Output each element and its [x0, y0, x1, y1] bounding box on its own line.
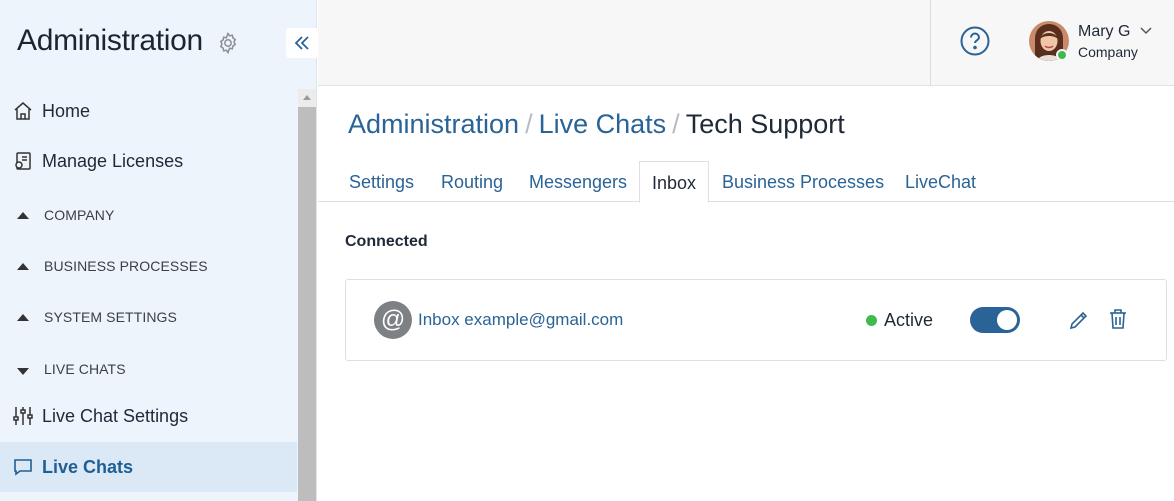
- status-label: Active: [884, 310, 934, 330]
- breadcrumb: Administration / Live Chats / Tech Support: [348, 109, 845, 140]
- online-status-dot: [1056, 49, 1068, 61]
- breadcrumb-link-administration[interactable]: Administration: [348, 109, 519, 139]
- chevron-up-icon: [17, 314, 29, 321]
- connected-heading: Connected: [345, 233, 428, 250]
- page-title: Tech Support: [685, 109, 845, 139]
- double-chevron-left-icon: [294, 36, 309, 50]
- tab-business-processes[interactable]: Business Processes: [722, 161, 884, 202]
- section-label: BUSINESS PROCESSES: [44, 258, 208, 274]
- main-content: Administration / Live Chats / Tech Support S…: [318, 87, 1174, 501]
- toggle-knob: [997, 310, 1017, 330]
- tab-livechat[interactable]: LiveChat: [905, 161, 976, 202]
- user-company: Company: [1078, 44, 1138, 60]
- collapse-sidebar-button[interactable]: [286, 28, 317, 58]
- sidebar-item-label: Live Chat Settings: [42, 405, 189, 426]
- chevron-up-icon: [17, 212, 29, 219]
- gear-icon[interactable]: [216, 31, 240, 55]
- sidebar-title: Administration: [17, 24, 203, 57]
- section-company[interactable]: COMPANY: [0, 191, 297, 241]
- tab-messengers[interactable]: Messengers: [529, 161, 627, 202]
- section-label: SYSTEM SETTINGS: [44, 309, 177, 325]
- chevron-up-icon: [17, 263, 29, 270]
- inbox-link[interactable]: Inbox example@gmail.com: [418, 310, 623, 330]
- sliders-icon: [11, 404, 35, 428]
- section-label: COMPANY: [44, 207, 115, 223]
- license-icon: [11, 149, 35, 173]
- user-name[interactable]: Mary G: [1078, 23, 1130, 41]
- sidebar-item-home[interactable]: Home: [0, 86, 297, 136]
- section-live-chats[interactable]: LIVE CHATS: [0, 345, 297, 395]
- home-icon: [11, 99, 35, 123]
- chat-bubble-icon: [11, 455, 35, 479]
- sidebar-item-label: Live Chats: [42, 456, 134, 477]
- section-business-processes[interactable]: BUSINESS PROCESSES: [0, 242, 297, 292]
- tab-routing[interactable]: Routing: [441, 161, 503, 202]
- active-toggle[interactable]: [970, 307, 1020, 333]
- breadcrumb-link-live-chats[interactable]: Live Chats: [539, 109, 667, 139]
- section-label: LIVE CHATS: [44, 361, 126, 377]
- pencil-icon[interactable]: [1068, 309, 1090, 331]
- at-sign-icon: @: [374, 301, 412, 339]
- tab-settings[interactable]: Settings: [349, 161, 414, 202]
- trash-icon[interactable]: [1108, 308, 1128, 330]
- chevron-down-icon[interactable]: [1140, 26, 1152, 36]
- status-dot: [866, 315, 877, 326]
- sidebar-item-label: Manage Licenses: [42, 150, 184, 171]
- tab-bar: Settings Routing Messengers Inbox Busine…: [318, 161, 1174, 203]
- scrollbar-thumb[interactable]: [298, 107, 316, 501]
- divider: [930, 0, 931, 86]
- sidebar-item-live-chat-settings[interactable]: Live Chat Settings: [0, 391, 297, 441]
- section-system-settings[interactable]: SYSTEM SETTINGS: [0, 293, 297, 343]
- sidebar-item-manage-licenses[interactable]: Manage Licenses: [0, 136, 297, 186]
- sidebar-header: Administration: [0, 0, 317, 86]
- breadcrumb-separator: /: [672, 109, 680, 139]
- help-circle-icon[interactable]: [960, 26, 990, 56]
- sidebar-item-live-chats[interactable]: Live Chats: [0, 442, 297, 492]
- scroll-up-arrow-icon[interactable]: [303, 95, 311, 100]
- sidebar-scrollbar[interactable]: [298, 89, 316, 501]
- top-bar: Mary G Company: [318, 0, 1174, 86]
- inbox-card: @ Inbox example@gmail.com Active: [345, 279, 1167, 361]
- sidebar-item-label: Home: [42, 100, 91, 121]
- chevron-down-icon: [17, 368, 29, 375]
- breadcrumb-separator: /: [525, 109, 533, 139]
- sidebar: Administration Home Manage Licenses COMP…: [0, 0, 317, 501]
- tab-inbox[interactable]: Inbox: [639, 161, 710, 203]
